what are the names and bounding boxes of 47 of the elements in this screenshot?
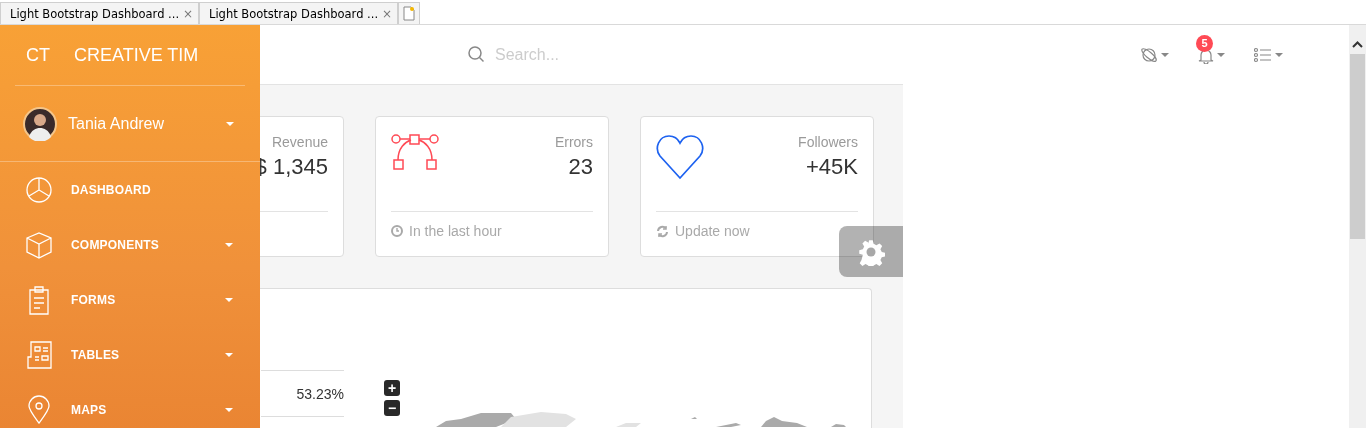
stat-footer-text: Update now	[675, 223, 750, 239]
bezier-curve-icon	[391, 134, 439, 170]
stat-footer-text: In the last hour	[409, 223, 502, 239]
browser-tab[interactable]: Light Bootstrap Dashboard ... ×	[0, 2, 199, 24]
logo-mini[interactable]: CT	[26, 44, 50, 66]
close-icon[interactable]: ×	[183, 6, 194, 21]
new-page-icon	[403, 6, 415, 21]
stat-value: +45K	[806, 154, 858, 180]
zoom-out-button[interactable]: −	[384, 400, 400, 416]
list-icon	[1254, 47, 1272, 63]
browser-tab[interactable]: Light Bootstrap Dashboard ... ×	[199, 2, 398, 24]
stat-label: Followers	[798, 134, 858, 150]
sidebar-item[interactable]: FORMS	[0, 272, 260, 327]
cube-icon	[25, 229, 53, 260]
map-pin-icon	[25, 394, 53, 425]
user-menu[interactable]: Tania Andrew	[0, 86, 260, 162]
scroll-up-icon	[1352, 41, 1363, 48]
caret-icon	[1217, 53, 1225, 57]
caret-icon	[226, 121, 234, 126]
search-icon	[468, 46, 485, 63]
settings-button[interactable]	[839, 226, 903, 277]
heart-icon	[656, 134, 704, 180]
table-cell: 53.23%	[261, 370, 344, 417]
pie-chart-icon	[25, 174, 53, 205]
notification-count: 5	[1196, 34, 1213, 52]
sidebar-item[interactable]: DASHBOARD	[0, 162, 260, 217]
list-menu-button[interactable]	[1254, 47, 1283, 63]
new-tab-button[interactable]	[398, 2, 420, 24]
logo-text[interactable]: CREATIVE TIM	[74, 44, 199, 66]
stat-label: Revenue	[271, 134, 328, 150]
sidebar-item[interactable]: MAPS	[0, 382, 260, 428]
document-icon	[25, 339, 53, 370]
notifications-button[interactable]: 5	[1198, 34, 1225, 64]
zoom-in-button[interactable]: +	[384, 380, 400, 396]
stat-value: 23	[568, 154, 593, 180]
caret-icon	[1161, 53, 1169, 57]
clock-icon	[391, 225, 403, 237]
sidebar-item[interactable]: TABLES	[0, 327, 260, 382]
scrollbar[interactable]	[1349, 25, 1366, 428]
refresh-icon	[656, 224, 669, 238]
close-icon[interactable]: ×	[382, 6, 393, 21]
sidebar-item[interactable]: COMPONENTS	[0, 217, 260, 272]
stat-label: Errors	[554, 134, 593, 150]
globe-icon	[1140, 46, 1158, 64]
globe-menu-button[interactable]	[1140, 46, 1169, 64]
caret-icon	[1275, 53, 1283, 57]
avatar	[23, 106, 57, 141]
